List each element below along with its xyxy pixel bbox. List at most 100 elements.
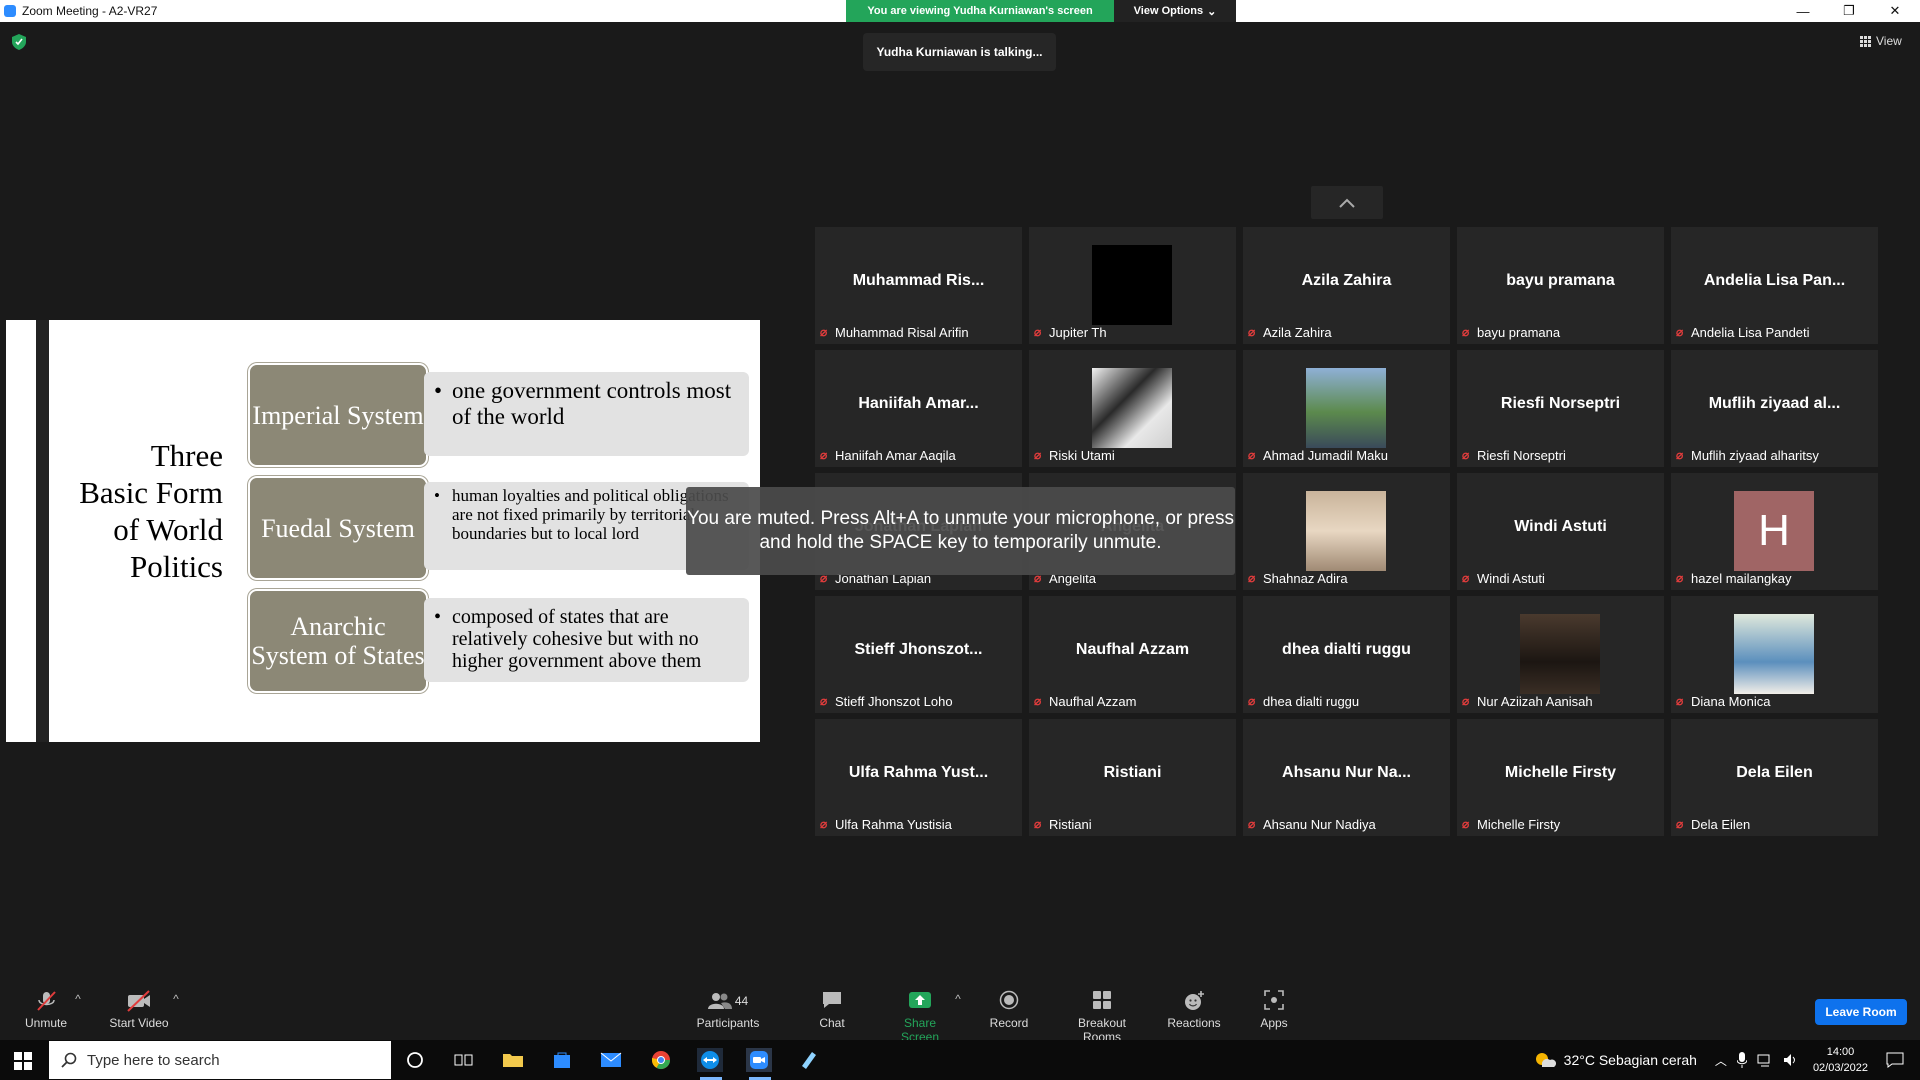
search-placeholder: Type here to search xyxy=(87,1051,220,1069)
participant-tile[interactable]: ⌀ Riski Utami xyxy=(1029,350,1236,467)
chat-button[interactable]: Chat xyxy=(812,990,852,1030)
participant-video xyxy=(1306,368,1386,448)
participant-tile[interactable]: ⌀ Jupiter Th xyxy=(1029,227,1236,344)
microphone-icon[interactable] xyxy=(1736,1052,1747,1068)
share-screen-icon xyxy=(884,990,956,1012)
participant-tile[interactable]: Muhammad Ris... ⌀ Muhammad Risal Arifin xyxy=(815,227,1022,344)
weather-text[interactable]: 32°C Sebagian cerah xyxy=(1564,1052,1697,1068)
system-box-feudal: Fuedal System xyxy=(248,476,428,580)
breakout-rooms-icon xyxy=(1058,990,1146,1012)
close-button[interactable]: ✕ xyxy=(1872,0,1918,22)
windows-start-icon[interactable] xyxy=(14,1052,32,1070)
participant-tile[interactable]: Riesfi Norseptri ⌀ Riesfi Norseptri xyxy=(1457,350,1664,467)
participant-tile[interactable]: Ulfa Rahma Yust... ⌀ Ulfa Rahma Yustisia xyxy=(815,719,1022,836)
muted-mic-icon: ⌀ xyxy=(1034,448,1042,462)
video-options-caret[interactable]: ^ xyxy=(170,992,182,1006)
taskbar-search-box[interactable]: Type here to search xyxy=(49,1041,391,1079)
notification-icon[interactable] xyxy=(1886,1052,1904,1068)
muted-mic-icon xyxy=(20,990,72,1012)
slide-side-strip xyxy=(36,320,49,742)
participants-label: Participants xyxy=(696,1016,760,1030)
chat-label: Chat xyxy=(819,1016,845,1030)
participant-tile[interactable]: ⌀ Shahnaz Adira xyxy=(1243,473,1450,590)
participant-tile[interactable]: H ⌀ hazel mailangkay xyxy=(1671,473,1878,590)
start-video-label: Start Video xyxy=(109,1016,169,1030)
participant-tile[interactable]: Stieff Jhonszot... ⌀ Stieff Jhonszot Loho xyxy=(815,596,1022,713)
participant-tile[interactable]: Dela Eilen ⌀ Dela Eilen xyxy=(1671,719,1878,836)
view-button[interactable]: View xyxy=(1860,34,1902,48)
participant-tile[interactable]: ⌀ Ahmad Jumadil Maku xyxy=(1243,350,1450,467)
participants-button[interactable]: 44 Participants xyxy=(690,990,766,1030)
participant-name-label: Ristiani xyxy=(1049,817,1092,832)
participant-display-name: Haniifah Amar... xyxy=(858,395,979,412)
participant-video xyxy=(1092,368,1172,448)
chrome-icon[interactable] xyxy=(648,1048,674,1072)
view-options-button[interactable]: View Options ⌄ xyxy=(1114,0,1236,22)
participant-display-name: Ulfa Rahma Yust... xyxy=(848,764,989,781)
record-button[interactable]: Record xyxy=(986,990,1032,1030)
cortana-icon[interactable] xyxy=(402,1048,428,1072)
leave-room-button[interactable]: Leave Room xyxy=(1815,999,1907,1025)
participant-tile[interactable]: bayu pramana ⌀ bayu pramana xyxy=(1457,227,1664,344)
participant-tile[interactable]: ⌀ Nur Aziizah Aanisah xyxy=(1457,596,1664,713)
apps-icon xyxy=(1254,990,1294,1012)
chevron-up-icon[interactable]: ︿ xyxy=(1715,1052,1727,1069)
participant-tile[interactable]: ⌀ Diana Monica xyxy=(1671,596,1878,713)
participant-tile[interactable]: Ahsanu Nur Na... ⌀ Ahsanu Nur Nadiya xyxy=(1243,719,1450,836)
store-icon[interactable] xyxy=(549,1048,575,1072)
audio-options-caret[interactable]: ^ xyxy=(72,992,84,1006)
restore-button[interactable]: ❐ xyxy=(1826,0,1872,22)
participant-video xyxy=(1092,245,1172,325)
muted-mic-icon: ⌀ xyxy=(1248,817,1256,831)
minimize-button[interactable]: — xyxy=(1780,0,1826,22)
muted-mic-icon: ⌀ xyxy=(1676,448,1684,462)
participant-name-label: Riesfi Norseptri xyxy=(1477,448,1566,463)
participant-name-label: Andelia Lisa Pandeti xyxy=(1691,325,1810,340)
mail-icon[interactable] xyxy=(598,1048,624,1072)
participant-tile[interactable]: Naufhal Azzam ⌀ Naufhal Azzam xyxy=(1029,596,1236,713)
muted-mic-icon: ⌀ xyxy=(1248,571,1256,585)
participant-tile[interactable]: Muflih ziyaad al... ⌀ Muflih ziyaad alhari… xyxy=(1671,350,1878,467)
participant-name-label: Diana Monica xyxy=(1691,694,1771,709)
participant-name-label: hazel mailangkay xyxy=(1691,571,1792,586)
weather-icon[interactable] xyxy=(1534,1051,1556,1069)
participant-tile[interactable]: Azila Zahira ⌀ Azila Zahira xyxy=(1243,227,1450,344)
avatar: H xyxy=(1734,491,1814,571)
participant-tile[interactable]: Michelle Firsty ⌀ Michelle Firsty xyxy=(1457,719,1664,836)
muted-mic-icon: ⌀ xyxy=(1462,817,1470,831)
participant-tile[interactable]: Windi Astuti ⌀ Windi Astuti xyxy=(1457,473,1664,590)
volume-icon[interactable] xyxy=(1783,1052,1799,1068)
participants-count: 44 xyxy=(734,994,749,1008)
participants-icon xyxy=(707,993,732,1009)
zoom-taskbar-icon[interactable] xyxy=(746,1048,772,1072)
participant-tile[interactable]: Ristiani ⌀ Ristiani xyxy=(1029,719,1236,836)
participant-name-label: Naufhal Azzam xyxy=(1049,694,1137,709)
system-box-anarchic: Anarchic System of States xyxy=(248,589,428,693)
file-explorer-icon[interactable] xyxy=(500,1048,526,1072)
network-icon[interactable] xyxy=(1757,1052,1773,1068)
clock[interactable]: 14:00 02/03/2022 xyxy=(1813,1044,1868,1076)
participant-video xyxy=(1520,614,1600,694)
participant-display-name: Ristiani xyxy=(1103,764,1162,781)
participant-tile[interactable]: Haniifah Amar... ⌀ Haniifah Amar Aaqila xyxy=(815,350,1022,467)
share-options-caret[interactable]: ^ xyxy=(952,992,964,1006)
reactions-button[interactable]: Reactions xyxy=(1164,990,1224,1030)
shared-screen-slide: Three Basic Form of World Politics Imper… xyxy=(6,320,760,742)
muted-mic-icon: ⌀ xyxy=(1034,325,1042,339)
participant-tile[interactable]: Andelia Lisa Pan... ⌀ Andelia Lisa Pandeti xyxy=(1671,227,1878,344)
teamviewer-icon[interactable] xyxy=(697,1048,723,1072)
participant-display-name: Riesfi Norseptri xyxy=(1500,395,1621,412)
record-label: Record xyxy=(989,1016,1029,1030)
share-screen-button[interactable]: Share Screen xyxy=(884,990,956,1044)
encryption-shield-icon[interactable] xyxy=(12,34,26,50)
task-view-icon[interactable] xyxy=(451,1048,477,1072)
notepad-icon[interactable] xyxy=(795,1048,821,1072)
system-tray: 32°C Sebagian cerah ︿ 14:00 02/03/2022 xyxy=(1534,1040,1920,1080)
breakout-rooms-button[interactable]: Breakout Rooms xyxy=(1058,990,1146,1044)
apps-button[interactable]: Apps xyxy=(1254,990,1294,1030)
unmute-button[interactable]: Unmute xyxy=(20,990,72,1030)
start-video-button[interactable]: Start Video xyxy=(106,990,172,1030)
scroll-up-button[interactable] xyxy=(1311,186,1383,219)
participant-tile[interactable]: dhea dialti ruggu ⌀ dhea dialti ruggu xyxy=(1243,596,1450,713)
participant-display-name: Stieff Jhonszot... xyxy=(854,641,983,658)
